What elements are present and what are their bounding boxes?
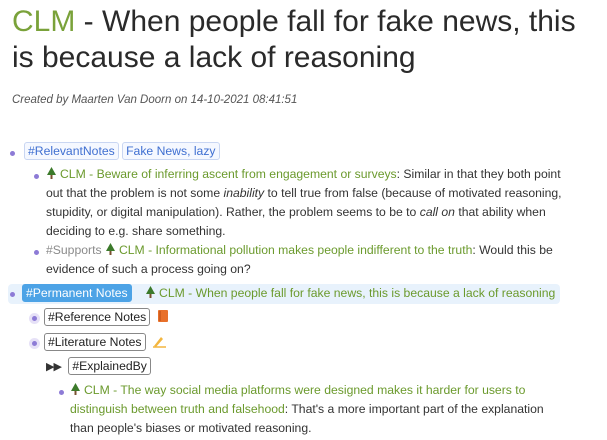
explained-by-tag[interactable]: #ExplainedBy xyxy=(68,357,151,375)
note-text: than people's biases or motivated reason… xyxy=(70,421,312,435)
note-text: evidence of such a process going on? xyxy=(46,262,251,276)
tree-icon xyxy=(105,243,115,255)
relevant-notes-tag[interactable]: #RelevantNotes xyxy=(24,142,119,160)
tree-icon xyxy=(47,167,56,179)
permanent-link[interactable]: CLM - When people fall for fake news, th… xyxy=(159,286,555,300)
note-link[interactable]: distinguish between truth and falsehood xyxy=(70,402,285,416)
bullet[interactable] xyxy=(32,316,37,321)
bullet[interactable] xyxy=(32,341,37,346)
fast-forward-icon[interactable]: ▶▶ xyxy=(46,361,62,373)
permanent-notes-row: #Permanent Notes CLM - When people fall … xyxy=(22,284,555,303)
note-link[interactable]: CLM - Beware of inferring ascent from en… xyxy=(60,167,397,181)
note-text: : Similar in that they both point xyxy=(396,167,561,181)
bullet[interactable] xyxy=(59,390,64,395)
relevant-notes-row: #RelevantNotes Fake News, lazy xyxy=(24,142,220,161)
explained-by-row: ▶▶ #ExplainedBy xyxy=(46,357,151,377)
note-emphasis: inability xyxy=(223,186,265,200)
bullet[interactable] xyxy=(10,292,15,297)
created-by-byline: Created by Maarten Van Doorn on 14-10-20… xyxy=(12,94,298,106)
relevant-tags-values[interactable]: Fake News, lazy xyxy=(122,142,220,160)
note-text: that ability when xyxy=(454,205,546,219)
page-title: CLM - When people fall for fake news, th… xyxy=(12,4,602,76)
note-block-1: CLM - Beware of inferring ascent from en… xyxy=(46,165,602,241)
tree-icon xyxy=(146,286,156,298)
note-text: stupidity, or digital manipulation). Rat… xyxy=(46,205,420,219)
note-text: out that the problem is not some xyxy=(46,186,224,200)
note-emphasis: call on xyxy=(419,205,455,219)
bullet[interactable] xyxy=(10,151,15,156)
note-link[interactable]: CLM - Informational pollution makes peop… xyxy=(119,243,472,257)
title-prefix: CLM xyxy=(12,5,76,38)
bullet[interactable] xyxy=(34,250,39,255)
reference-notes-row: #Reference Notes xyxy=(44,308,169,327)
reference-notes-tag[interactable]: #Reference Notes xyxy=(44,308,151,326)
note-link[interactable]: CLM - The way social media platforms wer… xyxy=(84,383,525,397)
bullet[interactable] xyxy=(34,174,39,179)
literature-notes-tag[interactable]: #Literature Notes xyxy=(44,333,146,351)
tree-icon xyxy=(71,383,80,395)
literature-notes-row: #Literature Notes xyxy=(44,333,167,352)
supports-tag[interactable]: #Supports xyxy=(46,243,102,257)
note-block-2: #Supports CLM - Informational pollution … xyxy=(46,241,602,279)
writing-hand-icon xyxy=(152,337,166,348)
note-block-3: CLM - The way social media platforms wer… xyxy=(70,381,602,438)
note-text: : Would this be xyxy=(472,243,553,257)
permanent-notes-tag[interactable]: #Permanent Notes xyxy=(22,284,132,302)
note-text: to tell true from false (because of moti… xyxy=(264,186,562,200)
note-text: deciding to e.g. share something. xyxy=(46,224,226,238)
book-icon xyxy=(157,310,168,322)
title-rest: - When people fall for fake news, this i… xyxy=(12,5,576,74)
note-text: : That's a more important part of the ex… xyxy=(284,402,544,416)
